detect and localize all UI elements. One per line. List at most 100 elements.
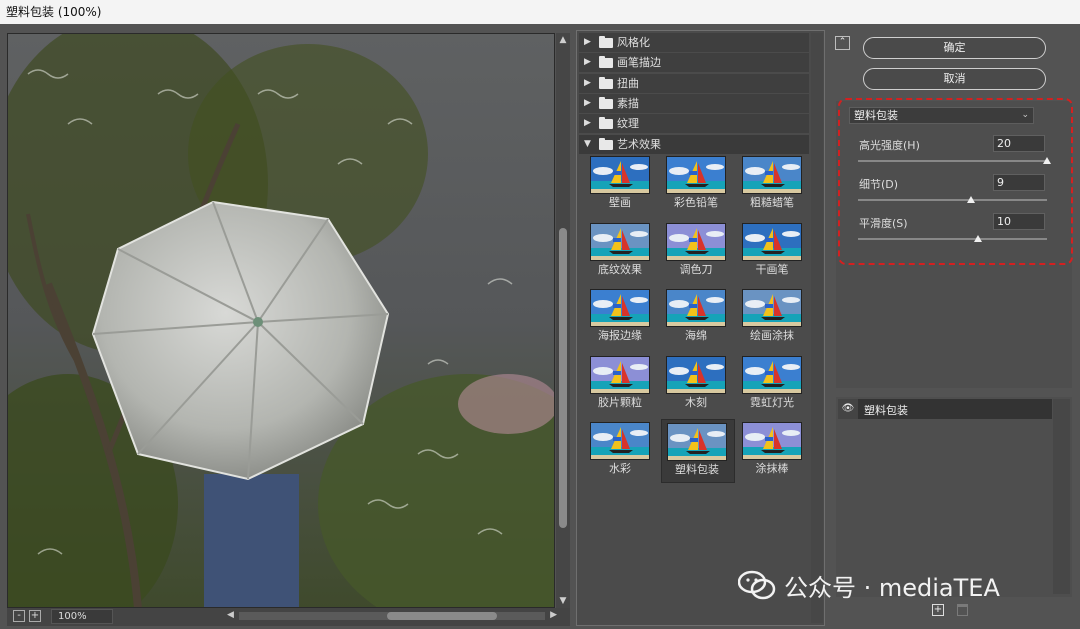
slider-knob[interactable] [1043,157,1051,164]
highlight-strength-label: 高光强度(H) [859,139,920,152]
effect-thumbnail-label: 底纹效果 [598,262,642,276]
zoom-select[interactable]: 100% [51,609,113,624]
scroll-left-icon[interactable]: ◀ [227,610,234,620]
effect-thumbnail[interactable]: 海报边缘 [585,286,659,350]
folder-icon [599,56,613,69]
watermark-text: 公众号 · mediaTEA [784,573,1000,602]
watermark: 公众号 · mediaTEA [737,567,1000,603]
preview-vertical-scrollbar[interactable]: ▲ ▼ [556,33,570,608]
effect-preview-image [742,289,802,327]
slider-knob[interactable] [974,235,982,242]
detail-input[interactable]: 9 [993,174,1045,191]
effect-thumbnail[interactable]: 粗糙蜡笔 [737,153,811,217]
detail-slider[interactable] [858,195,1047,205]
layers-scrollbar[interactable] [1053,399,1070,594]
filter-category-label: 纹理 [617,117,639,131]
scroll-up-icon[interactable]: ▲ [558,35,568,45]
effect-thumbnail-label: 海绵 [685,329,707,342]
effect-thumbnail[interactable]: 底纹效果 [585,220,659,284]
filter-category-label: 扭曲 [617,76,639,90]
effect-thumbnail-label: 绘画涂抹 [750,329,794,342]
effect-thumbnail[interactable]: 干画笔 [737,220,811,284]
effect-preview-image [590,422,650,460]
filter-category-label: 风格化 [617,36,650,49]
effect-preview-image [666,156,726,194]
effect-thumbnail-label: 水彩 [609,462,631,475]
triangle-right-icon[interactable]: ▶ [584,53,591,72]
scroll-right-icon[interactable]: ▶ [550,610,557,620]
effect-thumbnail[interactable]: 彩色铅笔 [661,153,735,217]
effect-thumbnail-label: 干画笔 [755,262,789,276]
effect-thumbnail-label: 海报边缘 [598,329,642,342]
filter-category[interactable]: ▶ 素描 [579,93,809,113]
scroll-thumb[interactable] [559,228,567,528]
effect-thumbnail[interactable]: 调色刀 [661,220,735,284]
highlight-strength-slider[interactable] [858,156,1051,166]
folder-icon [599,76,613,89]
preview-horizontal-scrollbar[interactable]: ◀ ▶ [227,610,557,622]
effect-thumbnail[interactable]: 水彩 [585,419,659,483]
effect-preview-image [667,423,727,461]
effect-layer-label: 塑料包装 [864,404,908,417]
effect-thumbnail[interactable]: 胶片颗粒 [585,353,659,417]
filter-select[interactable]: 塑料包装 ⌄ [849,107,1034,124]
filter-category-label: 艺术效果 [617,137,661,151]
triangle-right-icon[interactable]: ▶ [584,94,591,113]
triangle-right-icon[interactable]: ▶ [584,74,591,93]
effect-thumbnail[interactable]: 霓虹灯光 [737,353,811,417]
scroll-down-icon[interactable]: ▼ [558,596,568,606]
effect-preview-image [742,222,802,261]
scroll-thumb[interactable] [387,612,497,620]
filter-category[interactable]: ▶ 扭曲 [579,73,809,93]
zoom-in-button[interactable]: + [29,610,41,622]
filter-category[interactable]: ▼ 艺术效果 [579,134,809,154]
effect-thumbnail[interactable]: 木刻 [661,353,735,417]
effect-preview-image [742,156,802,194]
triangle-right-icon[interactable]: ▶ [584,114,591,133]
effect-preview-image [590,156,650,194]
collapse-gallery-button[interactable]: ⌃ [835,36,850,50]
effect-thumbnail[interactable]: 塑料包装 [661,419,735,483]
highlight-strength-input[interactable]: 20 [993,135,1045,152]
folder-icon [599,96,613,109]
effect-thumbnail[interactable]: 海绵 [661,286,735,350]
folder-icon [599,36,613,48]
effect-preview-image [590,222,650,261]
effect-thumbnail-label: 霓虹灯光 [750,395,794,409]
effect-thumbnail-label: 调色刀 [679,262,713,276]
slider-knob[interactable] [967,196,976,203]
smoothness-slider[interactable] [858,234,1047,244]
cancel-button[interactable]: 取消 [863,68,1046,90]
smoothness-input[interactable]: 10 [993,213,1045,230]
zoom-out-button[interactable]: - [13,610,25,622]
filter-category[interactable]: ▶ 风格化 [579,33,809,52]
new-effect-layer-icon[interactable]: + [932,604,944,616]
effect-preview-image [666,222,726,261]
effect-thumbnail[interactable]: 涂抹棒 [737,419,811,483]
preview-canvas[interactable] [7,33,555,608]
filter-category-label: 画笔描边 [617,56,661,70]
folder-icon [599,137,613,150]
gallery-scrollbar[interactable] [811,33,823,623]
effect-preview-image [666,355,726,394]
filter-select-value: 塑料包装 [854,109,898,122]
effect-thumbnail-label: 木刻 [685,395,707,409]
eye-icon[interactable]: 👁 [838,399,858,419]
triangle-down-icon[interactable]: ▼ [584,135,591,154]
effect-thumbnail-label: 彩色铅笔 [674,196,718,209]
filter-category[interactable]: ▶ 纹理 [579,114,809,134]
effect-preview-image [590,289,650,327]
effect-thumbnail-label: 壁画 [609,196,631,209]
effect-preview-image [666,289,726,327]
effect-thumbnail-label: 粗糙蜡笔 [750,196,794,209]
filter-category[interactable]: ▶ 画笔描边 [579,53,809,73]
effect-thumbnail[interactable]: 壁画 [585,153,659,217]
effect-thumbnail[interactable]: 绘画涂抹 [737,286,811,350]
effect-preview-image [590,355,650,394]
trash-icon[interactable] [957,604,968,616]
filter-gallery: ▶ 风格化 ▶ 画笔描边 ▶ 扭曲 ▶ 素描 ▶ 纹理 ▼ 艺术效果 壁画 彩色铅笔 粗糙蜡笔 底纹效果 调色… [576,30,825,626]
triangle-right-icon[interactable]: ▶ [584,33,591,52]
effect-thumbnail-label: 塑料包装 [675,463,719,476]
ok-button[interactable]: 确定 [863,37,1046,59]
window-title: 塑料包装 (100%) [0,0,1080,24]
